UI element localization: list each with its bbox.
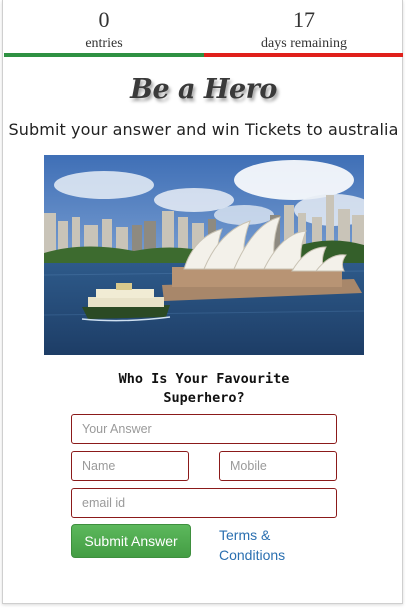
days-remaining-label: days remaining — [261, 36, 347, 51]
email-input[interactable] — [71, 488, 337, 518]
stats-bar: 0 entries 17 days remaining — [4, 4, 403, 58]
contest-image — [44, 155, 364, 355]
terms-and-conditions-link[interactable]: Terms & Conditions — [219, 525, 329, 565]
contest-subtitle: Submit your answer and win Tickets to au… — [8, 120, 399, 139]
progress-bar-green — [4, 53, 204, 57]
sydney-opera-house-icon — [44, 155, 364, 355]
entries-count: 0 — [98, 7, 110, 32]
mobile-input[interactable] — [219, 451, 337, 481]
days-remaining-count: 17 — [293, 7, 315, 32]
entries-stat: 0 entries — [4, 4, 204, 58]
progress-bar-red — [204, 53, 403, 57]
submit-answer-button[interactable]: Submit Answer — [71, 524, 191, 558]
answer-input[interactable] — [71, 414, 337, 444]
contest-title: Be a Hero — [130, 74, 277, 105]
entries-label: entries — [85, 36, 123, 51]
contest-question: Who Is Your Favourite Superhero? — [118, 371, 290, 406]
name-input[interactable] — [71, 451, 189, 481]
days-remaining-stat: 17 days remaining — [204, 4, 404, 58]
